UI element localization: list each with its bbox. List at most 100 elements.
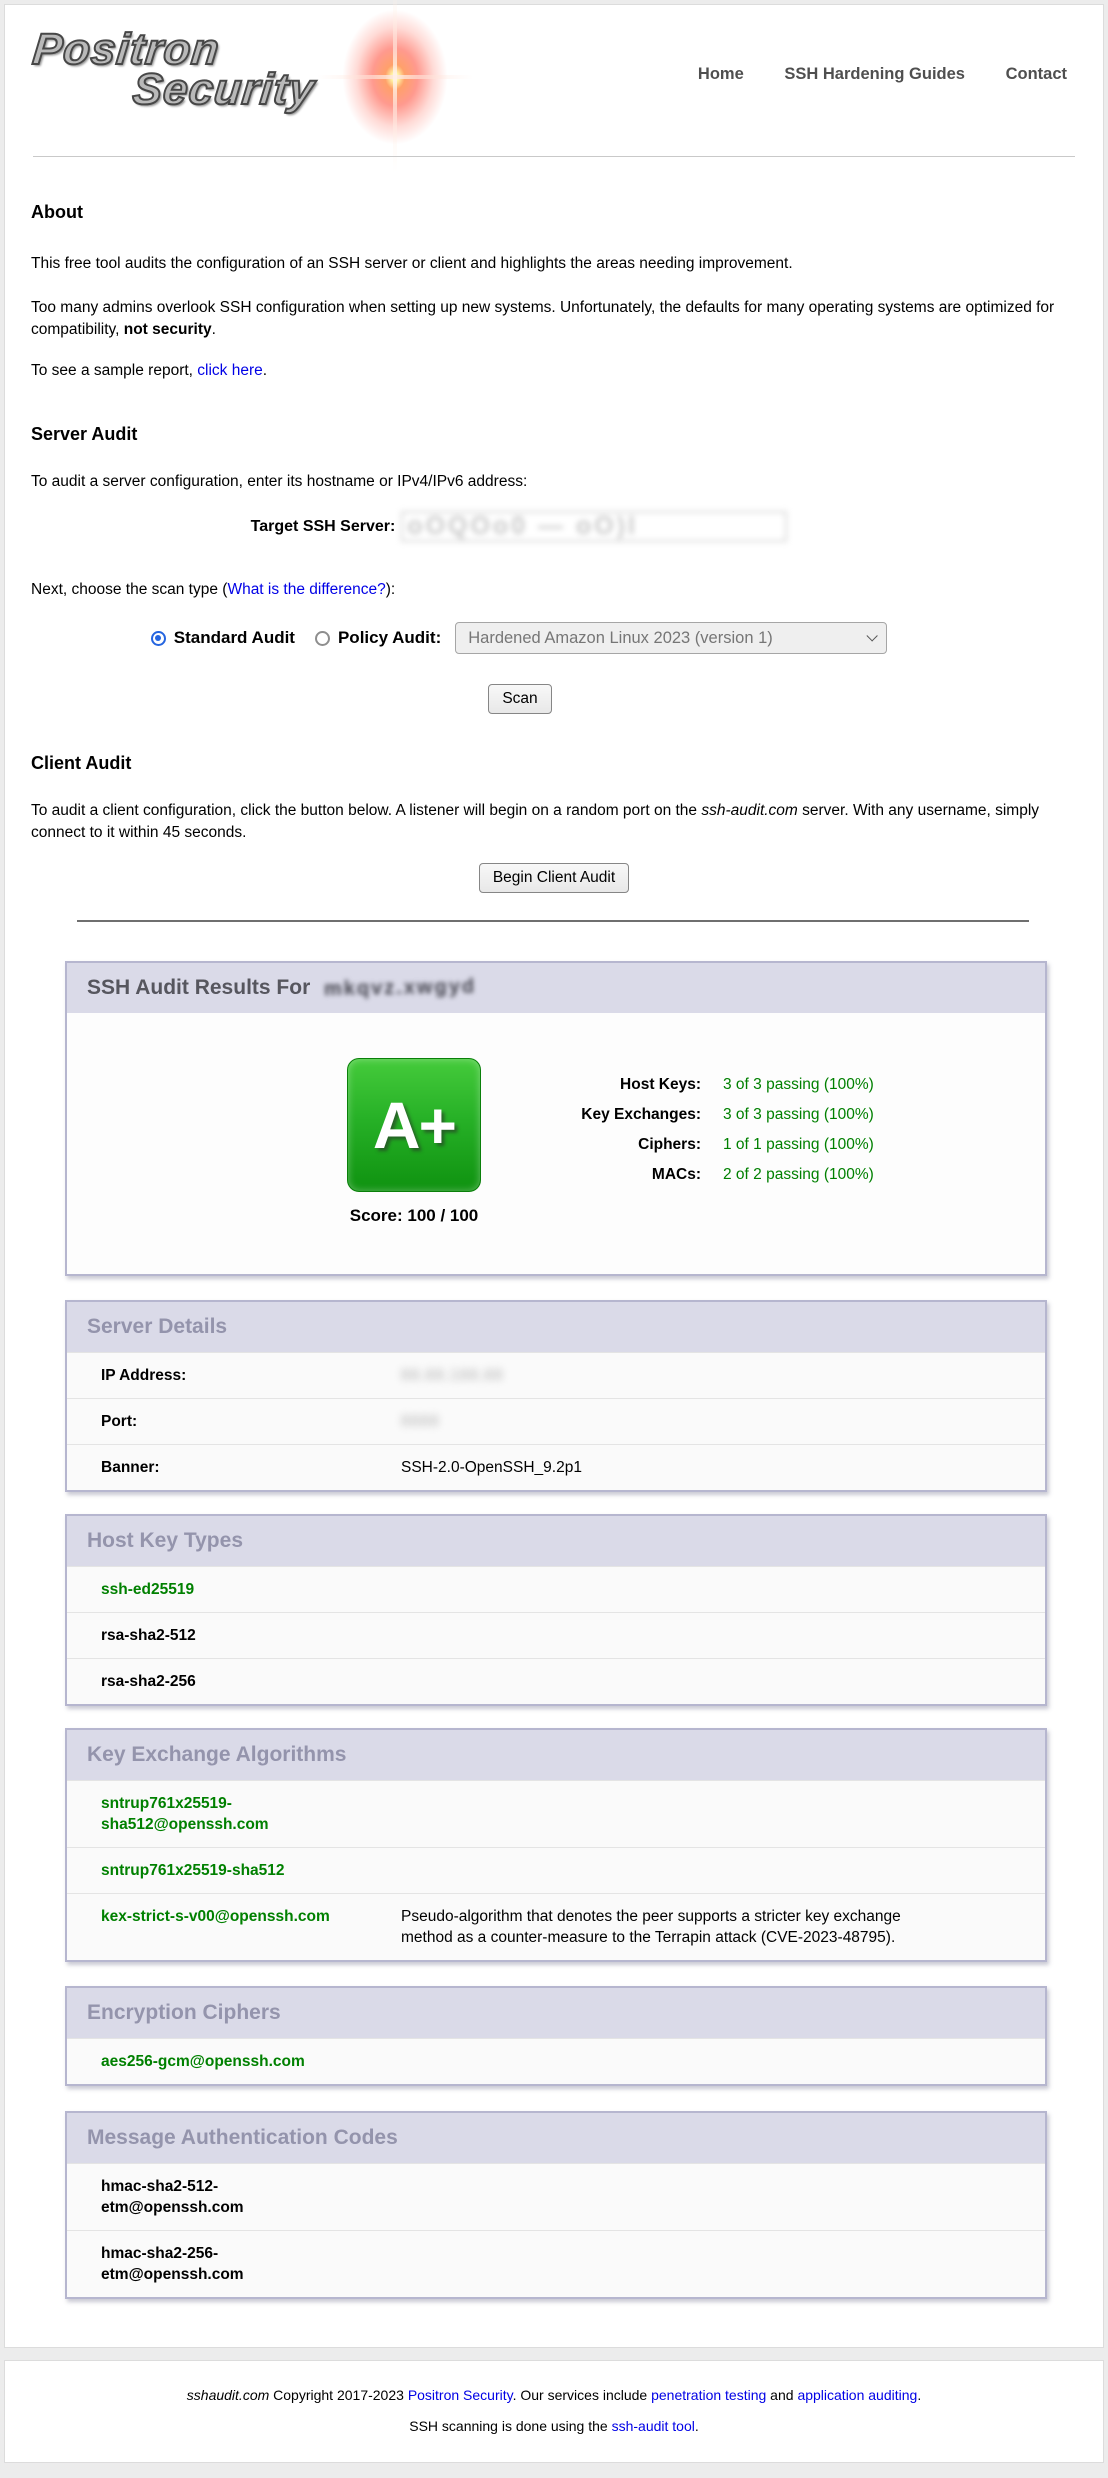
- host-key-name: ssh-ed25519: [101, 1579, 401, 1600]
- server-audit-heading: Server Audit: [31, 425, 1077, 443]
- policy-audit-label: Policy Audit:: [338, 628, 441, 648]
- detail-row-banner: Banner: SSH-2.0-OpenSSH_9.2p1: [67, 1444, 1045, 1490]
- stat-row-macs: MACs: 2 of 2 passing (100%): [521, 1160, 874, 1190]
- standard-audit-label: Standard Audit: [174, 628, 295, 648]
- begin-client-audit-row: Begin Client Audit: [31, 863, 1077, 893]
- page-content: About This free tool audits the configur…: [5, 203, 1103, 2299]
- stat-value: 2 of 2 passing (100%): [723, 1160, 874, 1190]
- nav-contact[interactable]: Contact: [1006, 65, 1067, 83]
- footer-period: .: [695, 2418, 699, 2434]
- client-audit-text: To audit a client configuration, click t…: [31, 802, 701, 819]
- client-audit-domain: ssh-audit.com: [701, 802, 797, 819]
- kex-description: Pseudo-algorithm that denotes the peer s…: [401, 1906, 941, 1948]
- encryption-ciphers-header: Encryption Ciphers: [67, 1988, 1045, 2038]
- footer-line-2: SSH scanning is done using the ssh-audit…: [5, 2418, 1103, 2434]
- grade-letter: A+: [373, 1087, 455, 1163]
- sample-report-link[interactable]: click here: [197, 362, 262, 379]
- scan-type-options-row: Standard Audit Policy Audit: Hardened Am…: [0, 622, 1042, 654]
- positron-security-logo[interactable]: Positron Security: [33, 27, 473, 147]
- standard-audit-radio[interactable]: [151, 631, 166, 646]
- site-footer: sshaudit.com Copyright 2017-2023 Positro…: [4, 2360, 1104, 2463]
- stat-row-host-keys: Host Keys: 3 of 3 passing (100%): [521, 1070, 874, 1100]
- footer-site-name: sshaudit.com: [187, 2387, 269, 2403]
- host-key-name: rsa-sha2-256: [101, 1671, 401, 1692]
- server-audit-intro: To audit a server configuration, enter i…: [31, 471, 1077, 493]
- stat-label: Ciphers:: [521, 1130, 701, 1160]
- target-server-row: Target SSH Server: oOQOo0 — oO)l: [0, 511, 1042, 542]
- detail-label: Banner:: [101, 1457, 401, 1478]
- header-divider: [33, 156, 1075, 157]
- detail-row-ip: IP Address: 88.88.188.88: [67, 1352, 1045, 1398]
- grade-column: A+ Score: 100 / 100: [347, 1058, 481, 1226]
- kex-row: sntrup761x25519- sha512@openssh.com: [67, 1780, 1045, 1847]
- detail-row-port: Port: 8888: [67, 1398, 1045, 1444]
- scan-type-difference-link[interactable]: What is the difference?: [227, 581, 385, 598]
- client-audit-heading: Client Audit: [31, 754, 1077, 772]
- policy-audit-radio[interactable]: [315, 631, 330, 646]
- scan-type-text: Next, choose the scan type (: [31, 581, 227, 598]
- redacted-port: 8888: [401, 1411, 439, 1432]
- footer-line-1: sshaudit.com Copyright 2017-2023 Positro…: [5, 2387, 1103, 2403]
- target-server-input[interactable]: oOQOo0 — oO)l: [401, 511, 787, 542]
- host-key-name: rsa-sha2-512: [101, 1625, 401, 1646]
- key-exchange-header: Key Exchange Algorithms: [67, 1730, 1045, 1780]
- target-server-label: Target SSH Server:: [251, 518, 396, 536]
- mac-name: hmac-sha2-512- etm@openssh.com: [101, 2176, 401, 2218]
- footer-period: .: [917, 2387, 921, 2403]
- site-header: Positron Security Home SSH Hardening Gui…: [5, 5, 1103, 157]
- footer-text: . Our services include: [513, 2387, 652, 2403]
- cipher-row: aes256-gcm@openssh.com: [67, 2038, 1045, 2084]
- about-paragraph-1: This free tool audits the configuration …: [31, 253, 1077, 275]
- nav-ssh-hardening-guides[interactable]: SSH Hardening Guides: [784, 65, 965, 83]
- cipher-name: aes256-gcm@openssh.com: [101, 2051, 401, 2072]
- main-nav: Home SSH Hardening Guides Contact: [662, 65, 1067, 84]
- server-details-panel: Server Details IP Address: 88.88.188.88 …: [65, 1300, 1047, 1492]
- detail-label: Port:: [101, 1411, 401, 1432]
- scan-type-line: Next, choose the scan type (What is the …: [31, 579, 1077, 601]
- macs-panel: Message Authentication Codes hmac-sha2-5…: [65, 2111, 1047, 2299]
- nav-home[interactable]: Home: [698, 65, 744, 83]
- encryption-ciphers-panel: Encryption Ciphers aes256-gcm@openssh.co…: [65, 1986, 1047, 2086]
- policy-selected-option: Hardened Amazon Linux 2023 (version 1): [468, 629, 773, 648]
- macs-header: Message Authentication Codes: [67, 2113, 1045, 2163]
- results-panel: SSH Audit Results For mkqvz.xwgyd A+ Sco…: [65, 961, 1047, 1276]
- kex-name: sntrup761x25519- sha512@openssh.com: [101, 1793, 401, 1835]
- about-paragraph-3: To see a sample report, click here.: [31, 360, 1077, 382]
- footer-auditing-link[interactable]: application auditing: [797, 2387, 917, 2403]
- footer-text: and: [766, 2387, 797, 2403]
- score-label: Score: 100 / 100: [347, 1206, 481, 1226]
- host-key-row: rsa-sha2-256: [67, 1658, 1045, 1704]
- begin-client-audit-button[interactable]: Begin Client Audit: [479, 863, 629, 893]
- sample-report-period: .: [263, 362, 267, 379]
- stat-label: Key Exchanges:: [521, 1100, 701, 1130]
- redacted-ip-address: 88.88.188.88: [401, 1365, 504, 1386]
- footer-positron-link[interactable]: Positron Security: [408, 2387, 513, 2403]
- host-key-row: rsa-sha2-512: [67, 1612, 1045, 1658]
- kex-row: kex-strict-s-v00@openssh.com Pseudo-algo…: [67, 1893, 1045, 1960]
- scan-button[interactable]: Scan: [488, 684, 551, 714]
- client-audit-paragraph: To audit a client configuration, click t…: [31, 800, 1077, 844]
- about-p2-bold: not security: [124, 321, 212, 338]
- stat-row-ciphers: Ciphers: 1 of 1 passing (100%): [521, 1130, 874, 1160]
- footer-pentest-link[interactable]: penetration testing: [651, 2387, 766, 2403]
- key-exchange-panel: Key Exchange Algorithms sntrup761x25519-…: [65, 1728, 1047, 1962]
- detail-label: IP Address:: [101, 1365, 401, 1386]
- server-details-header: Server Details: [67, 1302, 1045, 1352]
- grade-badge: A+: [347, 1058, 481, 1192]
- policy-select[interactable]: Hardened Amazon Linux 2023 (version 1): [455, 622, 887, 654]
- about-paragraph-2: Too many admins overlook SSH configurati…: [31, 297, 1077, 341]
- stat-row-key-exchanges: Key Exchanges: 3 of 3 passing (100%): [521, 1100, 874, 1130]
- kex-row: sntrup761x25519-sha512: [67, 1847, 1045, 1893]
- kex-description: [401, 1793, 941, 1835]
- about-p2-period: .: [212, 321, 216, 338]
- chevron-down-icon: [867, 630, 878, 641]
- mac-row: hmac-sha2-256- etm@openssh.com: [67, 2230, 1045, 2297]
- footer-ssh-audit-tool-link[interactable]: ssh-audit tool: [612, 2418, 695, 2434]
- kex-name: kex-strict-s-v00@openssh.com: [101, 1906, 401, 1948]
- results-content: A+ Score: 100 / 100 Host Keys: 3 of 3 pa…: [67, 1013, 1045, 1274]
- mac-name: hmac-sha2-256- etm@openssh.com: [101, 2243, 401, 2285]
- kex-description: [401, 1860, 941, 1881]
- stat-value: 3 of 3 passing (100%): [723, 1070, 874, 1100]
- results-heading: SSH Audit Results For: [87, 976, 310, 999]
- section-divider: [77, 920, 1029, 922]
